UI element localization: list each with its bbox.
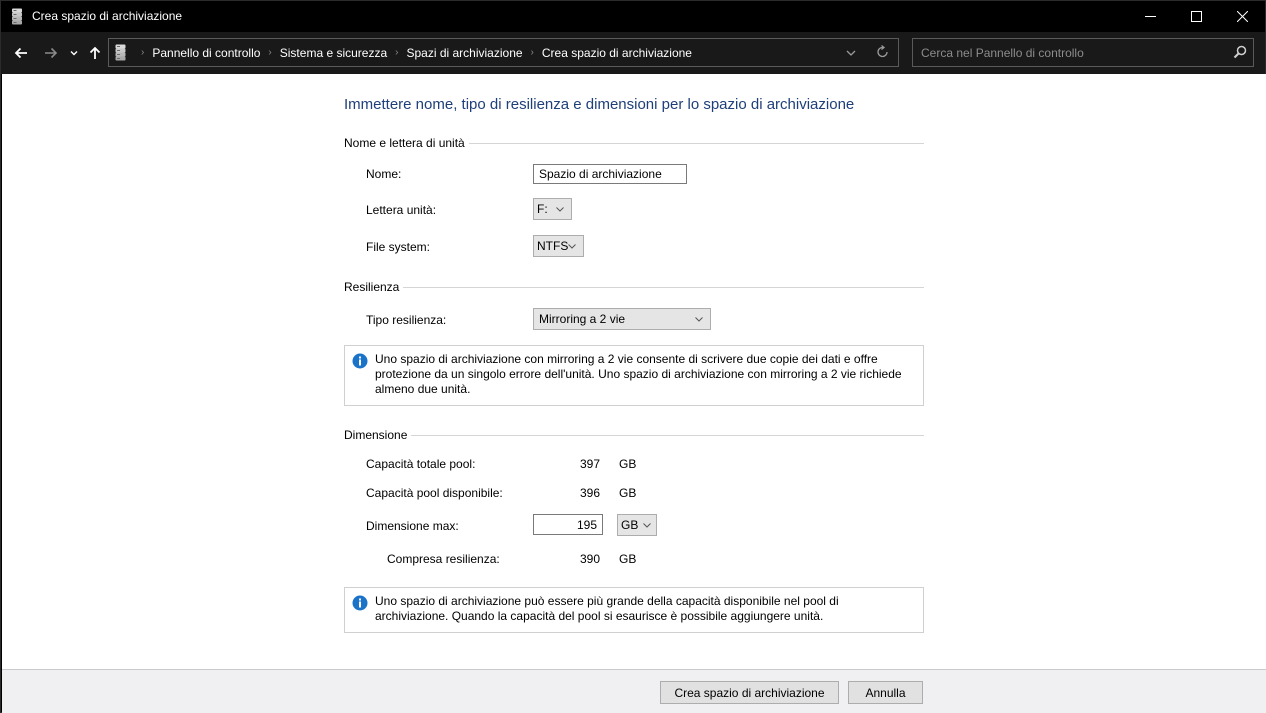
chevron-down-icon [70, 51, 78, 56]
minimize-button[interactable] [1127, 1, 1173, 32]
info-icon [352, 595, 368, 611]
address-bar[interactable]: › Pannello di controllo › Sistema e sicu… [108, 38, 899, 67]
refresh-icon[interactable] [875, 44, 891, 60]
recent-locations-button[interactable] [67, 42, 81, 64]
max-size-label: Dimensione max: [366, 519, 459, 533]
drive-letter-value: F: [537, 202, 548, 216]
storage-spaces-icon [115, 44, 126, 61]
resiliency-type-select[interactable]: Mirroring a 2 vie [533, 308, 711, 330]
section-size: Dimensione [344, 428, 924, 442]
navigation-bar: › Pannello di controllo › Sistema e sicu… [1, 32, 1265, 74]
available-pool-capacity-label: Capacità pool disponibile: [366, 486, 503, 500]
breadcrumb-storage-spaces[interactable]: Spazi di archiviazione [406, 46, 522, 60]
size-info-box: Uno spazio di archiviazione può essere p… [344, 587, 924, 633]
file-system-label: File system: [366, 240, 431, 254]
title-bar: Crea spazio di archiviazione [1, 1, 1265, 32]
page-title: Immettere nome, tipo di resilienza e dim… [344, 96, 855, 113]
footer-bar: Crea spazio di archiviazione Annulla [2, 669, 1266, 713]
size-info-text: Uno spazio di archiviazione può essere p… [375, 594, 839, 623]
chevron-down-icon [643, 523, 651, 528]
section-title: Resilienza [344, 280, 400, 294]
close-icon [1236, 11, 1248, 22]
maximize-icon [1190, 11, 1202, 22]
including-resiliency-label: Compresa resilienza: [387, 552, 500, 566]
breadcrumb-system-security[interactable]: Sistema e sicurezza [280, 46, 387, 60]
drive-letter-label: Lettera unità: [366, 203, 437, 217]
file-system-value: NTFS [537, 239, 569, 253]
total-pool-capacity-unit: GB [619, 457, 637, 471]
arrow-left-icon [14, 47, 27, 59]
available-pool-capacity-unit: GB [619, 486, 637, 500]
address-history-chevron-icon[interactable] [843, 45, 859, 61]
drive-letter-select[interactable]: F: [533, 198, 572, 220]
section-name-drive-letter: Nome e lettera di unità [344, 136, 924, 150]
info-icon [352, 353, 368, 369]
resiliency-info-text: Uno spazio di archiviazione con mirrorin… [375, 352, 902, 396]
forward-button[interactable] [41, 42, 61, 64]
back-button[interactable] [11, 42, 31, 64]
available-pool-capacity-value: 396 [579, 486, 600, 500]
max-size-unit-value: GB [621, 518, 639, 532]
section-resiliency: Resilienza [344, 280, 924, 294]
total-pool-capacity-label: Capacità totale pool: [366, 457, 476, 471]
resiliency-type-value: Mirroring a 2 vie [539, 312, 626, 326]
including-resiliency-unit: GB [619, 552, 637, 566]
including-resiliency-value: 390 [579, 552, 600, 566]
section-title: Nome e lettera di unità [344, 136, 465, 150]
cancel-button[interactable]: Annulla [848, 681, 923, 704]
resiliency-type-label: Tipo resilienza: [366, 313, 447, 327]
breadcrumb-separator-icon[interactable]: › [268, 47, 271, 58]
maximize-button[interactable] [1173, 1, 1219, 32]
section-divider [468, 142, 924, 144]
breadcrumb: › Pannello di controllo › Sistema e sicu… [133, 39, 692, 66]
section-divider [411, 434, 924, 436]
window-title: Crea spazio di archiviazione [32, 9, 183, 23]
content-pane: Immettere nome, tipo di resilienza e dim… [2, 74, 1266, 669]
breadcrumb-create-storage-space[interactable]: Crea spazio di archiviazione [542, 46, 692, 60]
chevron-down-icon [568, 244, 576, 249]
create-storage-space-button[interactable]: Crea spazio di archiviazione [660, 681, 839, 704]
breadcrumb-separator-icon[interactable]: › [531, 47, 534, 58]
name-label: Nome: [366, 167, 402, 181]
chevron-down-icon [556, 207, 564, 212]
breadcrumb-separator-icon[interactable]: › [395, 47, 398, 58]
minimize-icon [1144, 16, 1156, 17]
close-button[interactable] [1219, 1, 1265, 32]
search-box[interactable] [912, 38, 1254, 67]
breadcrumb-control-panel[interactable]: Pannello di controllo [152, 46, 260, 60]
total-pool-capacity-value: 397 [579, 457, 600, 471]
resiliency-info-box: Uno spazio di archiviazione con mirrorin… [344, 345, 924, 406]
breadcrumb-separator-icon[interactable]: › [141, 47, 144, 58]
max-size-input[interactable] [533, 514, 603, 535]
chevron-down-icon [695, 317, 703, 322]
arrow-up-icon [89, 46, 101, 59]
up-button[interactable] [85, 42, 105, 64]
section-title: Dimensione [344, 428, 408, 442]
search-icon[interactable] [1233, 45, 1247, 59]
arrow-right-icon [45, 47, 58, 59]
window: Crea spazio di archiviazione › Pannello … [0, 0, 1266, 713]
section-divider [403, 286, 924, 288]
file-system-select[interactable]: NTFS [533, 235, 584, 257]
storage-spaces-icon [12, 8, 22, 25]
max-size-unit-select[interactable]: GB [617, 514, 657, 536]
name-input[interactable] [533, 164, 687, 184]
search-input[interactable] [921, 44, 1221, 61]
